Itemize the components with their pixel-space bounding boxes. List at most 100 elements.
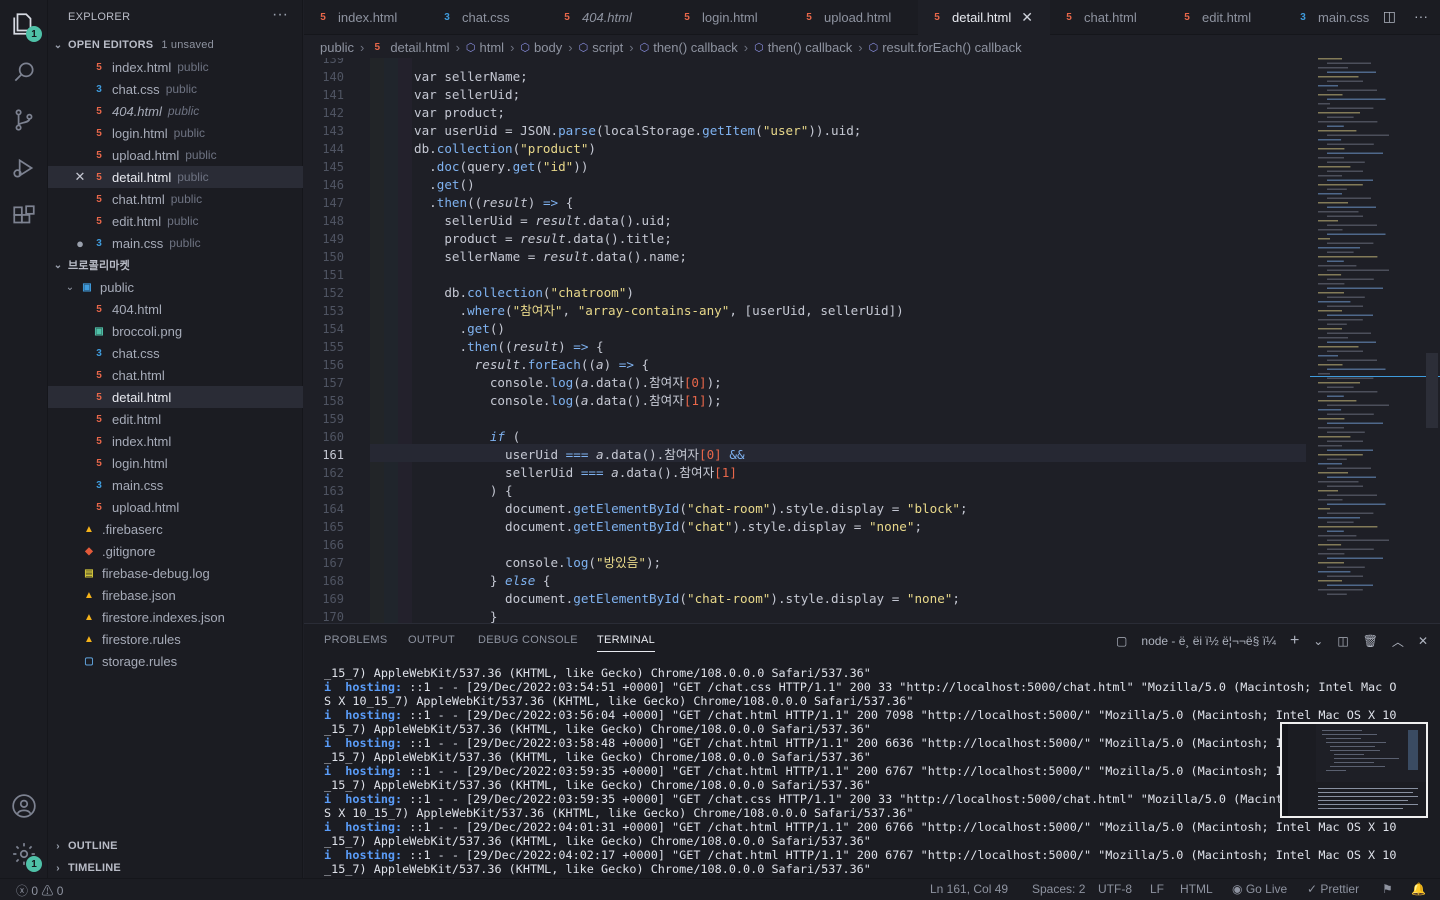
terminal-name[interactable]: node - ë¸ ëi ï½ ë¦¬¬ë§ ï¼: [1141, 634, 1276, 648]
new-terminal-icon[interactable]: +: [1290, 632, 1299, 650]
breadcrumb-item[interactable]: public: [320, 40, 354, 55]
file-item[interactable]: 5 upload.html: [48, 496, 303, 518]
error-count: 0: [31, 884, 39, 898]
breadcrumb-item[interactable]: script: [592, 40, 623, 55]
tab-upload-html[interactable]: 5 upload.html: [790, 0, 918, 35]
file-item[interactable]: ▲ .firebaserc: [48, 518, 303, 540]
open-editor-item[interactable]: 5 upload.html public: [48, 144, 303, 166]
open-editors-section[interactable]: ⌄ OPEN EDITORS 1 unsaved: [48, 34, 303, 56]
extensions-icon[interactable]: [10, 202, 38, 230]
panel-tab-output[interactable]: OUTPUT: [408, 634, 455, 646]
outline-section[interactable]: › OUTLINE: [48, 835, 303, 857]
timeline-section[interactable]: › TIMELINE: [48, 857, 303, 879]
settings-gear-icon[interactable]: 1: [10, 840, 42, 872]
chevron-down-icon[interactable]: ⌄: [1313, 634, 1323, 648]
breadcrumb-item[interactable]: detail.html: [390, 40, 449, 55]
file-item[interactable]: ▲ firebase.json: [48, 584, 303, 606]
code-line: .then((result) => {: [414, 339, 604, 354]
close-icon[interactable]: ✕: [1021, 9, 1033, 26]
more-actions-icon[interactable]: ···: [1414, 8, 1428, 25]
settings-badge: 1: [26, 856, 42, 872]
go-live-button[interactable]: ◉ Go Live: [1232, 882, 1287, 896]
tab-main-css[interactable]: 3 main.css: [1284, 0, 1394, 35]
open-editor-item[interactable]: 5 edit.html public: [48, 210, 303, 232]
tab-chat-html[interactable]: 5 chat.html: [1050, 0, 1168, 35]
line-numbers: 139 140 141 142 143 144 145 146 147 148 149 150 151 1…: [304, 58, 370, 623]
file-item[interactable]: 5 login.html: [48, 452, 303, 474]
search-icon[interactable]: [10, 58, 38, 86]
file-item[interactable]: ▲ firestore.indexes.json: [48, 606, 303, 628]
encoding[interactable]: UTF-8: [1098, 882, 1132, 896]
file-item[interactable]: 5 index.html: [48, 430, 303, 452]
close-panel-icon[interactable]: ✕: [1418, 634, 1428, 648]
screenshot-thumbnail[interactable]: [1280, 722, 1428, 818]
open-editor-item[interactable]: ● 3 main.css public: [48, 232, 303, 254]
file-item[interactable]: 5 404.html: [48, 298, 303, 320]
notifications-bell-icon[interactable]: 🔔: [1411, 882, 1426, 896]
prettier-button[interactable]: ✓ Prettier: [1307, 882, 1359, 896]
tab-chat-css[interactable]: 3 chat.css: [428, 0, 548, 35]
code-line: var userUid = JSON.parse(localStorage.ge…: [414, 123, 862, 138]
open-editor-item[interactable]: 5 404.html public: [48, 100, 303, 122]
split-terminal-icon[interactable]: ◫: [1337, 634, 1348, 648]
code-editor[interactable]: 139 140 141 142 143 144 145 146 147 148 149 150 151 1…: [304, 58, 1440, 623]
tab-detail-html[interactable]: 5 detail.html ✕: [918, 0, 1050, 35]
language-mode[interactable]: HTML: [1180, 882, 1213, 896]
file-item[interactable]: ▢ storage.rules: [48, 650, 303, 672]
indentation[interactable]: Spaces: 2: [1032, 882, 1085, 896]
terminal-output[interactable]: _15_7) AppleWebKit/537.36 (KHTML, like G…: [324, 666, 1396, 876]
file-item[interactable]: 5 detail.html: [48, 386, 303, 408]
code-line: result.forEach((a) => {: [474, 357, 650, 372]
editor-scrollbar[interactable]: [1426, 353, 1438, 428]
breadcrumb-item[interactable]: then() callback: [768, 40, 853, 55]
open-editor-item[interactable]: 3 chat.css public: [48, 78, 303, 100]
panel-tab-terminal[interactable]: TERMINAL: [597, 634, 656, 652]
split-editor-icon[interactable]: ◫: [1383, 8, 1396, 25]
breadcrumb-item[interactable]: result.forEach() callback: [882, 40, 1021, 55]
tab-404-html[interactable]: 5 404.html: [548, 0, 668, 35]
tab-login-html[interactable]: 5 login.html: [668, 0, 790, 35]
file-item[interactable]: ▣ broccoli.png: [48, 320, 303, 342]
end-of-line[interactable]: LF: [1150, 882, 1164, 896]
problems-indicator[interactable]: ⓧ 0 ⚠ 0: [16, 882, 63, 899]
file-item[interactable]: 5 chat.html: [48, 364, 303, 386]
file-item[interactable]: ▤ firebase-debug.log: [48, 562, 303, 584]
open-editor-item[interactable]: ✕ 5 detail.html public: [48, 166, 303, 188]
code-line: .get(): [414, 321, 505, 336]
png-file-icon: ▣: [94, 325, 104, 337]
breadcrumb-item[interactable]: then() callback: [653, 40, 738, 55]
file-item[interactable]: 3 chat.css: [48, 342, 303, 364]
open-editor-item[interactable]: 5 login.html public: [48, 122, 303, 144]
maximize-panel-icon[interactable]: ︿: [1392, 633, 1404, 650]
html-file-icon: 5: [806, 12, 812, 23]
file-name: edit.html: [112, 213, 162, 229]
panel-tab-debug-console[interactable]: DEBUG CONSOLE: [478, 634, 578, 646]
html-file-icon: 5: [96, 149, 102, 161]
file-item[interactable]: ◆ .gitignore: [48, 540, 303, 562]
close-icon[interactable]: ✕: [72, 169, 88, 185]
feedback-icon[interactable]: ⚑: [1382, 882, 1393, 896]
run-debug-icon[interactable]: [10, 154, 38, 182]
file-item[interactable]: 3 main.css: [48, 474, 303, 496]
open-editor-item[interactable]: 5 index.html public: [48, 56, 303, 78]
project-folder[interactable]: ⌄ 브로콜리마켓: [48, 254, 303, 276]
breadcrumb-item[interactable]: body: [534, 40, 562, 55]
tab-edit-html[interactable]: 5 edit.html: [1168, 0, 1284, 35]
explorer-badge: 1: [26, 26, 42, 42]
trash-icon[interactable]: 🗑: [1363, 634, 1378, 648]
public-folder[interactable]: ⌄ ▣ public: [48, 276, 303, 298]
file-item[interactable]: ▲ firestore.rules: [48, 628, 303, 650]
more-actions-icon[interactable]: ···: [272, 6, 288, 24]
tab-index-html[interactable]: 5 index.html: [304, 0, 428, 35]
breadcrumb-item[interactable]: html: [480, 40, 505, 55]
panel-tab-problems[interactable]: PROBLEMS: [324, 634, 388, 646]
line-number: 142: [322, 106, 344, 120]
cursor-position[interactable]: Ln 161, Col 49: [930, 882, 1008, 896]
explorer-icon[interactable]: 1: [10, 10, 42, 42]
minimap[interactable]: [1310, 58, 1440, 623]
open-editor-item[interactable]: 5 chat.html public: [48, 188, 303, 210]
source-control-icon[interactable]: [10, 106, 38, 134]
file-item[interactable]: 5 edit.html: [48, 408, 303, 430]
account-icon[interactable]: [10, 792, 38, 820]
terminal-line: _15_7) AppleWebKit/537.36 (KHTML, like G…: [324, 750, 1324, 764]
